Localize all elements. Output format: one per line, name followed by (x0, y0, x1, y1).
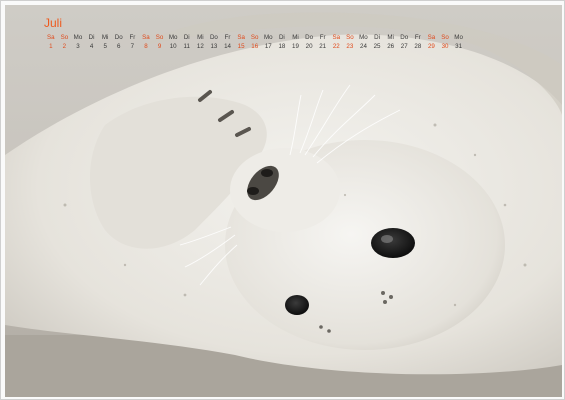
day-number: 23 (346, 43, 354, 50)
month-title: Juli (44, 16, 63, 30)
weekday-label: Di (88, 34, 95, 41)
day-number: 13 (210, 43, 218, 50)
weekday-label: Mo (359, 34, 368, 41)
weekday-label: So (441, 34, 449, 41)
calendar-page: Juli Sa So Mo Di Mi Do Fr Sa So Mo Di Mi… (0, 0, 565, 400)
weekday-label: Mo (263, 34, 273, 41)
day-number: 16 (251, 43, 259, 50)
day-number: 24 (360, 43, 367, 50)
weekday-label: Do (400, 34, 409, 41)
day-number: 25 (373, 43, 381, 50)
weekday-label: Sa (237, 34, 245, 41)
day-number: 31 (455, 43, 463, 50)
weekday-label: Sa (427, 34, 436, 41)
weekday-label: So (155, 34, 164, 41)
weekday-label: Mo (168, 34, 178, 41)
day-number: 10 (169, 43, 177, 50)
weekday-label: Mo (73, 34, 83, 41)
weekday-label: Mi (101, 34, 109, 41)
day-number: 30 (441, 43, 449, 50)
weekday-label: Fr (319, 34, 326, 41)
seal-eye-left (285, 295, 309, 315)
day-number: 15 (237, 43, 245, 50)
day-number: 14 (224, 43, 231, 50)
day-number: 1 (49, 43, 53, 50)
day-number: 19 (292, 43, 299, 50)
weekday-label: Mi (387, 34, 394, 41)
weekday-label: Sa (47, 34, 55, 41)
weekday-label: Do (114, 34, 123, 41)
weekday-label: So (346, 34, 354, 41)
day-number-row: 1 2 3 4 5 6 7 8 9 10 11 12 13 14 15 16 1… (44, 42, 465, 51)
day-number: 9 (157, 43, 162, 50)
day-number: 22 (332, 43, 340, 50)
seal-photo (5, 5, 562, 397)
day-number: 29 (427, 43, 435, 50)
day-number: 6 (117, 43, 121, 50)
weekday-label: Fr (129, 34, 136, 41)
seal-illustration (5, 5, 562, 397)
day-number: 4 (89, 43, 94, 50)
weekday-row: Sa So Mo Di Mi Do Fr Sa So Mo Di Mi Do F… (44, 33, 465, 42)
day-number: 21 (319, 43, 327, 50)
day-number: 7 (130, 43, 135, 50)
weekday-label: So (250, 34, 259, 41)
weekday-label: Fr (414, 34, 421, 41)
calendar: Juli Sa So Mo Di Mi Do Fr Sa So Mo Di Mi… (44, 17, 465, 51)
weekday-label: Fr (224, 34, 231, 41)
day-number: 20 (305, 43, 313, 50)
weekday-label: Di (183, 34, 190, 41)
day-number: 27 (400, 43, 408, 50)
day-number: 8 (144, 43, 148, 50)
weekday-label: Mi (197, 34, 204, 41)
day-number: 5 (103, 43, 107, 50)
day-number: 26 (387, 43, 395, 50)
day-number: 12 (196, 43, 204, 50)
seal-eye-right (371, 228, 415, 258)
day-number: 11 (183, 43, 190, 50)
day-number: 3 (76, 43, 80, 50)
weekday-label: Di (278, 34, 285, 41)
weekday-label: So (60, 34, 69, 41)
weekday-label: Do (305, 34, 314, 41)
day-number: 18 (278, 43, 286, 50)
day-number: 2 (62, 43, 67, 50)
weekday-label: Sa (332, 34, 341, 41)
day-number: 17 (264, 43, 272, 50)
weekday-label: Mo (454, 34, 463, 41)
weekday-label: Sa (142, 34, 150, 41)
weekday-label: Mi (292, 34, 299, 41)
day-number: 28 (414, 43, 422, 50)
weekday-label: Do (209, 34, 218, 41)
weekday-label: Di (374, 34, 380, 41)
